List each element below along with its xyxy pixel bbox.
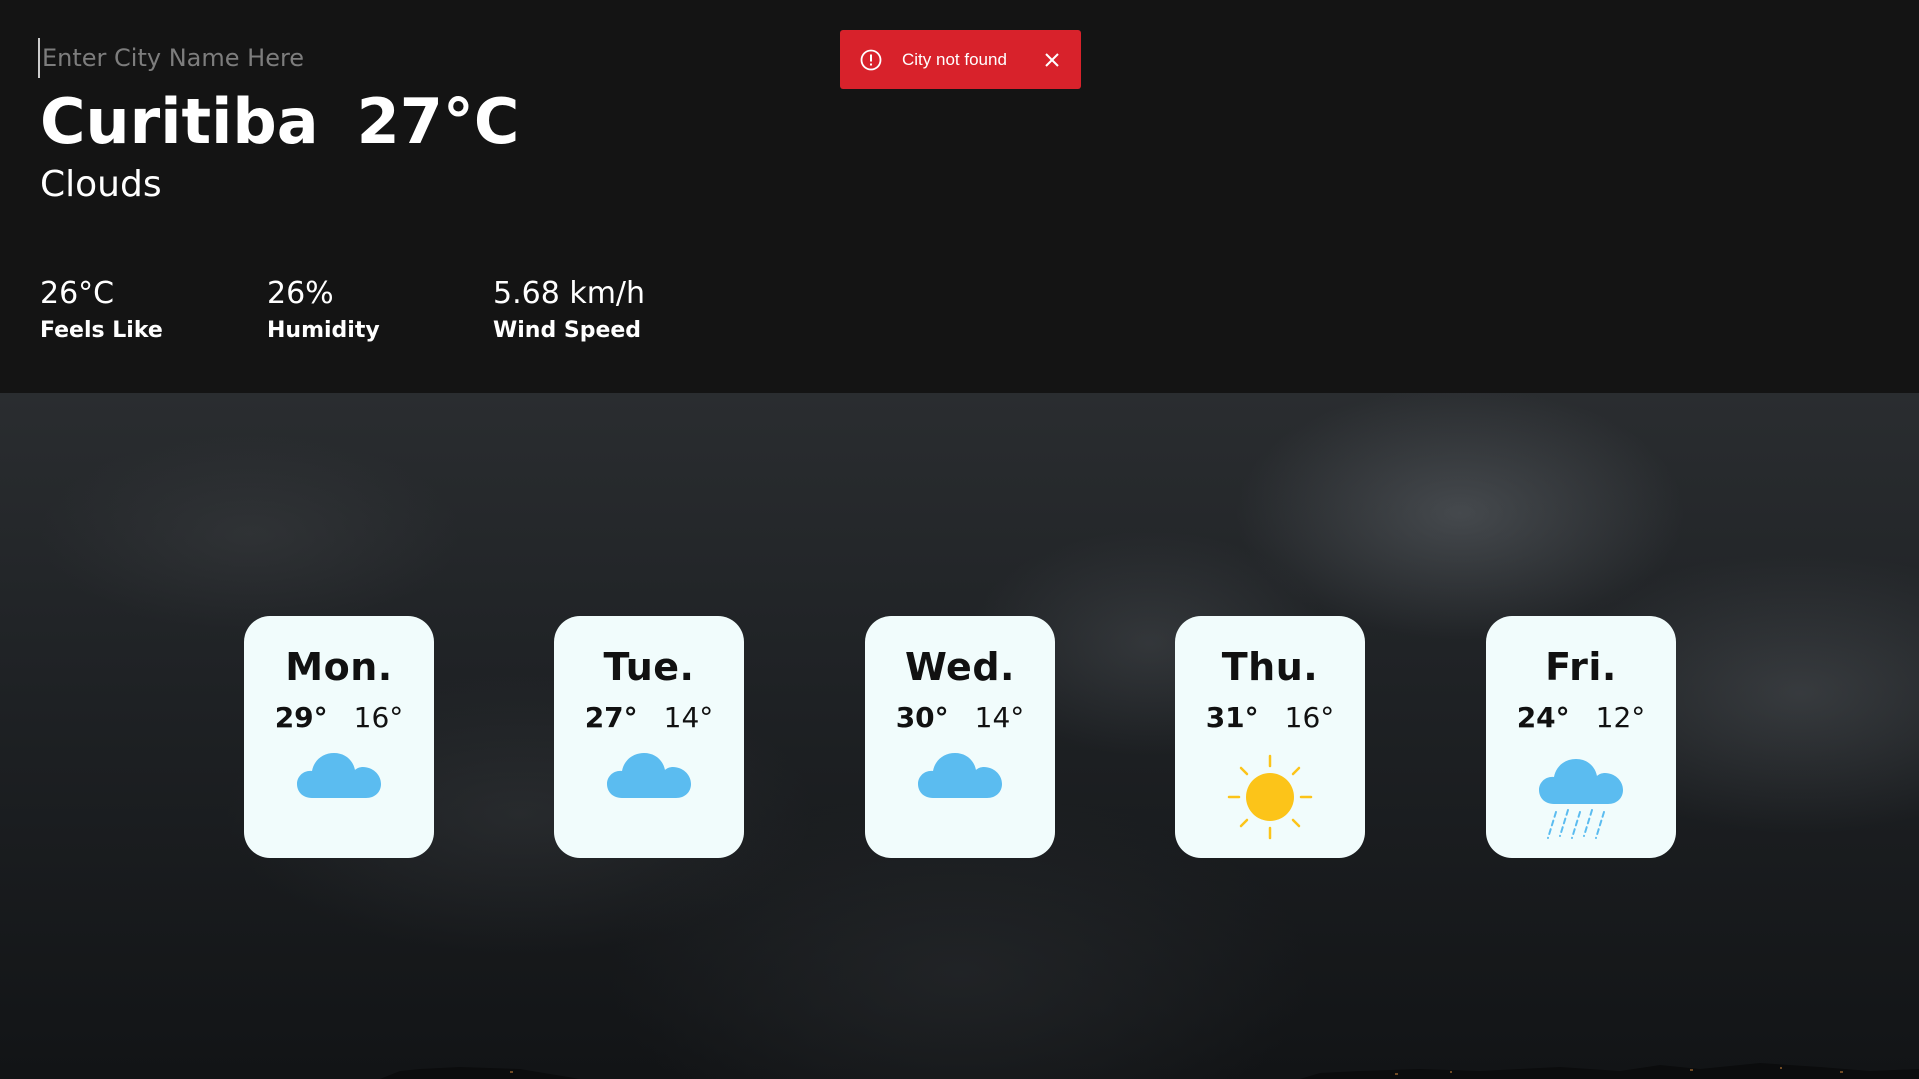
cloud-icon	[917, 748, 1003, 804]
forecast-card-tue: Tue. 27° 14°	[554, 616, 744, 858]
forecast-row: Mon. 29° 16° Tue. 27° 14° Wed. 30° 14° T…	[0, 616, 1919, 858]
humidity-label: Humidity	[267, 318, 380, 343]
city-skyline-silhouette	[0, 1063, 1919, 1079]
temp-high: 24°	[1516, 701, 1570, 734]
temp-high: 27°	[584, 701, 638, 734]
temp-low: 16°	[353, 701, 404, 734]
day-temps: 31° 16°	[1175, 700, 1365, 736]
temp-low: 16°	[1284, 701, 1335, 734]
stat-feels-like: 26°C Feels Like	[40, 274, 163, 346]
alert-circle-icon	[860, 49, 882, 71]
forecast-card-mon: Mon. 29° 16°	[244, 616, 434, 858]
temp-low: 14°	[974, 701, 1025, 734]
current-temperature: 27°C	[356, 85, 520, 158]
temp-high: 29°	[274, 701, 328, 734]
temp-low: 14°	[663, 701, 714, 734]
humidity-value: 26%	[267, 276, 334, 311]
wind-speed-value: 5.68 km/h	[493, 276, 646, 311]
temp-low: 12°	[1595, 701, 1646, 734]
weather-condition: Clouds	[40, 164, 162, 205]
current-headline: Curitiba 27°C	[40, 86, 519, 158]
forecast-card-wed: Wed. 30° 14°	[865, 616, 1055, 858]
error-toast: City not found	[840, 30, 1081, 89]
day-temps: 27° 14°	[554, 700, 744, 736]
stat-humidity: 26% Humidity	[267, 274, 380, 346]
forecast-card-thu: Thu. 31° 16°	[1175, 616, 1365, 858]
toast-message: City not found	[902, 49, 1007, 69]
close-icon[interactable]	[1043, 51, 1061, 69]
day-name: Mon.	[285, 645, 393, 689]
sun-icon	[1227, 754, 1313, 844]
cloud-icon	[296, 748, 382, 804]
day-temps: 30° 14°	[865, 700, 1055, 736]
day-temps: 24° 12°	[1486, 700, 1676, 736]
day-name: Wed.	[905, 645, 1015, 689]
day-name: Tue.	[603, 645, 695, 689]
temp-high: 31°	[1205, 701, 1259, 734]
cloud-icon	[606, 748, 692, 804]
temp-high: 30°	[895, 701, 949, 734]
day-name: Fri.	[1545, 645, 1617, 689]
city-search-input[interactable]	[38, 38, 462, 78]
forecast-card-fri: Fri. 24° 12°	[1486, 616, 1676, 858]
rain-cloud-icon	[1538, 754, 1624, 844]
stat-wind-speed: 5.68 km/h Wind Speed	[493, 274, 645, 346]
day-temps: 29° 16°	[244, 700, 434, 736]
wind-speed-label: Wind Speed	[493, 318, 642, 343]
feels-like-label: Feels Like	[40, 318, 163, 343]
city-name: Curitiba	[40, 85, 319, 158]
feels-like-value: 26°C	[40, 276, 115, 311]
day-name: Thu.	[1221, 645, 1319, 689]
